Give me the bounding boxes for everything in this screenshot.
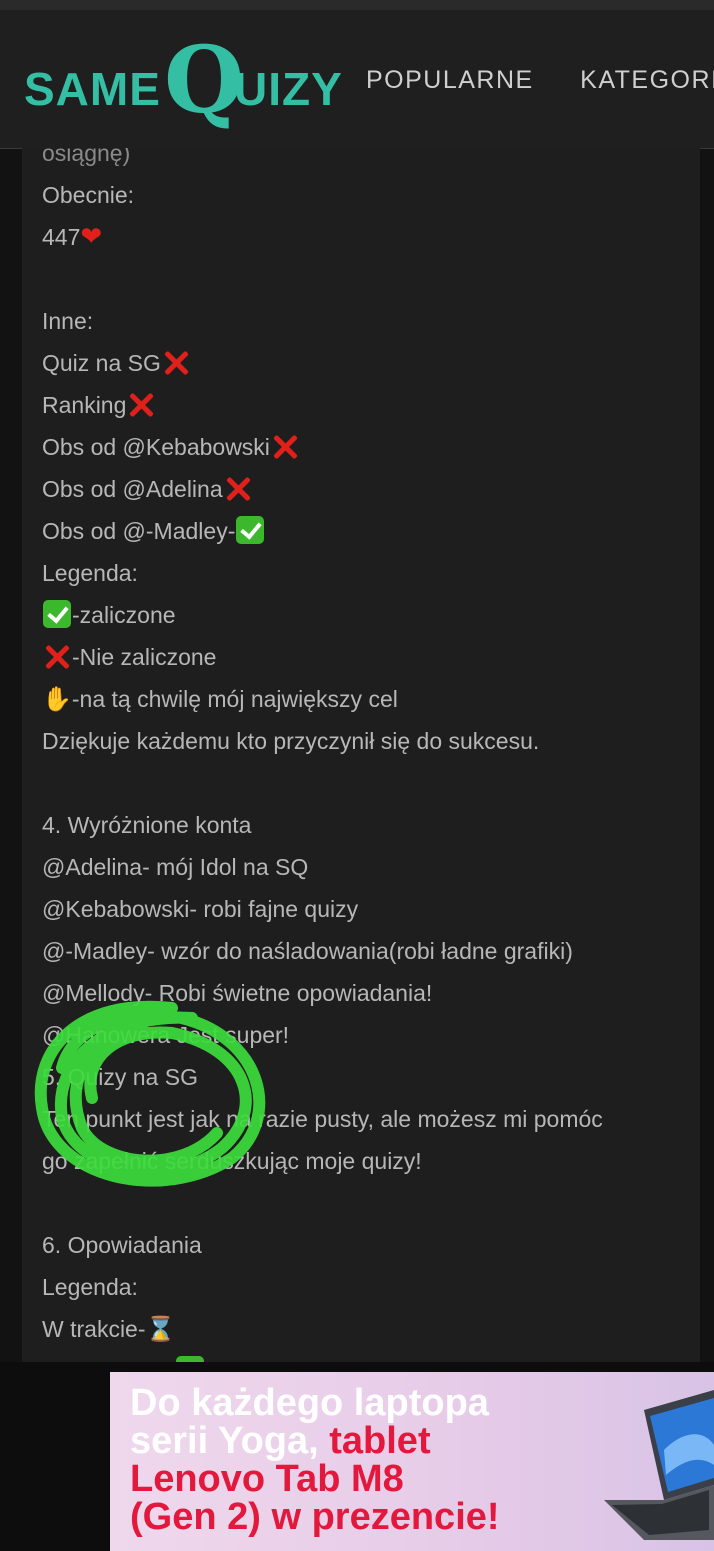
- line-text: 6. Opowiadania: [42, 1232, 202, 1258]
- line-text: Obs od @Adelina: [42, 476, 223, 502]
- line-text: @Adelina- mój Idol na SQ: [42, 854, 309, 880]
- description-line: -zaliczone: [42, 594, 603, 636]
- main-nav: POPULARNE KATEGORIE: [366, 66, 714, 95]
- line-text: Obs od @Kebabowski: [42, 434, 270, 460]
- description-line: Obs od @Adelina: [42, 468, 603, 510]
- nav-popularne[interactable]: POPULARNE: [366, 66, 534, 94]
- description-line: 5. Quizy na SG: [42, 1056, 603, 1098]
- line-text: Dziękuje każdemu kto przyczynił się do s…: [42, 728, 540, 754]
- line-text: @Kebabowski- robi fajne quizy: [42, 896, 359, 922]
- site-header: SAME Q UIZY POPULARNE KATEGORIE: [0, 10, 714, 149]
- description-line: Obs od @-Madley-: [42, 510, 603, 552]
- lenovo-ad-banner[interactable]: Do każdego laptopa serii Yoga, tablet Le…: [110, 1372, 714, 1551]
- profile-description: osiągnę) Obecnie: 447❤ Inne: Quiz na SG Rank…: [22, 148, 700, 1362]
- line-text: Legenda:: [42, 1274, 138, 1300]
- description-line: W trakcie-⌛: [42, 1308, 603, 1350]
- red-x-icon: [162, 348, 190, 376]
- line-text: @-Madley- wzór do naśladowania(robi ładn…: [42, 938, 573, 964]
- line-text: Legenda:: [42, 560, 138, 586]
- description-line: -Nie zaliczone: [42, 636, 603, 678]
- description-line: Dziękuje każdemu kto przyczynił się do s…: [42, 720, 603, 762]
- red-x-icon: [127, 390, 155, 418]
- line-text: @Mellody- Robi świetne opowiadania!: [42, 980, 433, 1006]
- description-line: Quiz na SG: [42, 342, 603, 384]
- red-x-icon: [224, 474, 252, 502]
- description-line: 6. Opowiadania: [42, 1224, 603, 1266]
- description-line: Inne:: [42, 300, 603, 342]
- line-text: Ten punkt jest jak na razie pusty, ale m…: [42, 1106, 603, 1132]
- line-text: [42, 770, 48, 796]
- description-line: @Adelina- mój Idol na SQ: [42, 846, 603, 888]
- nav-kategorie[interactable]: KATEGORIE: [580, 66, 714, 94]
- line-text: [42, 266, 48, 292]
- ad-line-4: (Gen 2) w prezencie!: [130, 1496, 500, 1538]
- line-text: Inne:: [42, 308, 94, 334]
- description-line: 447❤: [42, 216, 603, 258]
- description-line: @Mellody- Robi świetne opowiadania!: [42, 972, 603, 1014]
- line-text: Ranking: [42, 392, 127, 418]
- red-x-icon: [271, 432, 299, 460]
- line-text: 4. Wyróżnione konta: [42, 812, 252, 838]
- ad-line-2: serii Yoga, tablet: [130, 1420, 431, 1462]
- green-check-icon: [236, 516, 265, 544]
- line-text: Obecnie:: [42, 182, 135, 208]
- hourglass-icon: ⌛: [145, 1315, 176, 1343]
- line-text: -zaliczone: [72, 602, 176, 628]
- line-text: Quiz na SG: [42, 350, 161, 376]
- description-line: [42, 1182, 603, 1224]
- logo-q: Q: [164, 26, 245, 134]
- line-text: -Nie zaliczone: [72, 644, 217, 670]
- ad-line-1: Do każdego laptopa: [130, 1382, 489, 1424]
- description-line: Obecnie:: [42, 174, 603, 216]
- description-line: Ranking: [42, 384, 603, 426]
- line-text: osiągnę): [42, 148, 131, 166]
- description-line: @Hanowera Jest super!: [42, 1014, 603, 1056]
- logo-same: SAME: [24, 63, 161, 115]
- description-line: go zapełnić serduszkując moje quizy!: [42, 1140, 603, 1182]
- description-line: Ten punkt jest jak na razie pusty, ale m…: [42, 1098, 603, 1140]
- description-line: ✋-na tą chwilę mój największy cel: [42, 678, 603, 720]
- line-text: 447: [42, 224, 81, 250]
- description-line: [42, 258, 603, 300]
- ad-line-3: Lenovo Tab M8: [130, 1458, 404, 1500]
- line-text: 5. Quizy na SG: [42, 1064, 198, 1090]
- ad-text: Do każdego laptopa serii Yoga, tablet Le…: [130, 1384, 500, 1536]
- top-strip: [0, 0, 714, 10]
- line-text: -na tą chwilę mój największy cel: [71, 686, 398, 712]
- description-lines: osiągnę) Obecnie: 447❤ Inne: Quiz na SG Rank…: [42, 148, 603, 1362]
- description-line: 4. Wyróżnione konta: [42, 804, 603, 846]
- green-check-icon: [43, 600, 71, 628]
- heart-icon: ❤: [80, 222, 103, 252]
- laptop-image-icon: [604, 1390, 714, 1540]
- line-text: Obs od @-Madley-: [42, 518, 236, 544]
- description-line: Obs od @Kebabowski: [42, 426, 603, 468]
- logo-uizy: UIZY: [234, 63, 343, 115]
- description-line: @-Madley- wzór do naśladowania(robi ładn…: [42, 930, 603, 972]
- description-line: osiągnę): [42, 148, 603, 174]
- line-text: [42, 1190, 48, 1216]
- line-text: go zapełnić serduszkując moje quizy!: [42, 1148, 422, 1174]
- description-line: Legenda:: [42, 1266, 603, 1308]
- line-text: @Hanowera Jest super!: [42, 1022, 290, 1048]
- description-line: Zakończone-: [42, 1350, 603, 1362]
- line-text: W trakcie-: [42, 1316, 146, 1342]
- description-line: Legenda:: [42, 552, 603, 594]
- description-line: @Kebabowski- robi fajne quizy: [42, 888, 603, 930]
- red-x-icon: [43, 642, 71, 670]
- praying-hands-icon: ✋: [42, 685, 72, 713]
- description-line: [42, 762, 603, 804]
